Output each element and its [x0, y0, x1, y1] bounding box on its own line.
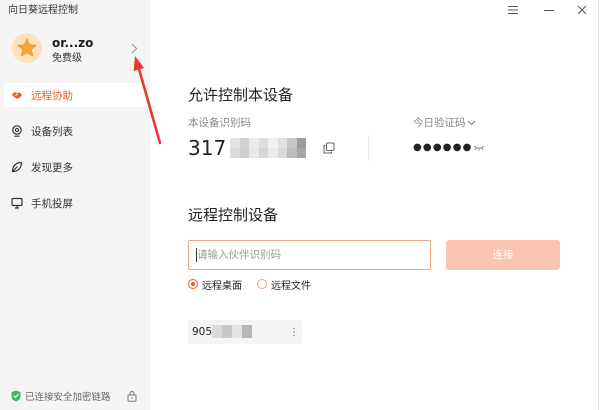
mode-remote-file[interactable]: 远程文件	[257, 278, 311, 292]
minimize-icon[interactable]	[543, 4, 555, 16]
mosaic-cell	[249, 148, 259, 158]
security-status: 已连接安全加密链路	[11, 389, 111, 403]
screen-cast-icon	[11, 197, 23, 209]
star-avatar-icon[interactable]	[12, 33, 42, 63]
vertical-divider	[368, 135, 369, 161]
sidebar-item-label: 发现更多	[31, 161, 73, 174]
mosaic-cell	[287, 138, 297, 148]
recent-device-id: 905	[192, 326, 213, 338]
verify-code-label[interactable]: 今日验证码	[413, 116, 466, 130]
device-id-label: 本设备识别码	[188, 117, 251, 129]
mosaic-cell	[258, 138, 268, 148]
app-title: 向日葵远程控制	[8, 5, 78, 16]
mosaic-cell	[239, 148, 249, 158]
shield-check-icon	[11, 390, 21, 402]
radio-remote-desktop[interactable]	[188, 279, 198, 289]
sunlogin-window: 向日葵远程控制 or...zo 免费级 远程协助 设备列表 发现更多 手机投屏 …	[0, 0, 600, 410]
device-list-icon	[12, 125, 22, 137]
mosaic-cell	[296, 138, 306, 148]
mosaic-cell	[277, 138, 287, 148]
mosaic-cell	[222, 325, 232, 338]
chevron-right-icon[interactable]	[130, 43, 138, 54]
mosaic-cell	[258, 148, 268, 158]
lock-icon[interactable]	[127, 390, 137, 402]
sidebar-item-label: 远程协助	[31, 89, 73, 102]
sidebar-item-label: 设备列表	[31, 125, 73, 138]
eye-closed-icon[interactable]	[473, 144, 485, 152]
more-vertical-icon[interactable]	[292, 327, 296, 337]
sidebar-item-device-list[interactable]: 设备列表	[4, 119, 146, 143]
sidebar-nav: 远程协助 设备列表 发现更多 手机投屏	[4, 83, 146, 227]
user-tier: 免费级	[52, 53, 82, 64]
verify-code: ●●●●●●	[413, 142, 473, 153]
mosaic-cell	[232, 325, 242, 338]
copy-icon[interactable]	[323, 142, 335, 154]
recent-device-card[interactable]: 905	[188, 320, 302, 344]
text-caret	[196, 248, 197, 262]
mosaic-cell	[230, 138, 240, 148]
chevron-down-icon[interactable]	[467, 120, 476, 126]
security-status-text: 已连接安全加密链路	[25, 392, 111, 403]
mode-remote-desktop[interactable]: 远程桌面	[188, 278, 242, 292]
sidebar: 向日葵远程控制 or...zo 免费级 远程协助 设备列表 发现更多 手机投屏 …	[0, 0, 150, 410]
mosaic-cell	[287, 148, 297, 158]
window-edge	[598, 0, 599, 410]
mosaic-cell	[268, 148, 278, 158]
sidebar-item-discover[interactable]: 发现更多	[4, 155, 146, 179]
redacted-mosaic	[212, 325, 252, 338]
allow-control-heading: 允许控制本设备	[188, 86, 294, 104]
connect-button[interactable]: 连接	[446, 240, 560, 270]
mosaic-cell	[296, 148, 306, 158]
sidebar-item-screen-cast[interactable]: 手机投屏	[4, 191, 146, 215]
user-name[interactable]: or...zo	[52, 35, 93, 51]
mosaic-cell	[239, 138, 249, 148]
menu-icon[interactable]	[507, 5, 519, 15]
close-icon[interactable]	[576, 4, 588, 16]
mosaic-cell	[230, 148, 240, 158]
mode-label: 远程桌面	[202, 280, 242, 292]
mosaic-cell	[242, 325, 252, 338]
sidebar-item-label: 手机投屏	[31, 197, 73, 210]
partner-id-input[interactable]	[188, 240, 431, 270]
remote-control-heading: 远程控制设备	[188, 206, 279, 224]
sidebar-item-remote-assist[interactable]: 远程协助	[4, 83, 146, 107]
remote-assist-icon	[11, 92, 23, 99]
mode-label: 远程文件	[271, 280, 311, 292]
discover-icon	[11, 161, 23, 173]
mosaic-cell	[212, 325, 222, 338]
radio-remote-file[interactable]	[257, 279, 267, 289]
device-id: 317	[188, 136, 227, 160]
mosaic-cell	[268, 138, 278, 148]
redacted-mosaic	[230, 138, 306, 158]
mosaic-cell	[249, 138, 259, 148]
mosaic-cell	[277, 148, 287, 158]
